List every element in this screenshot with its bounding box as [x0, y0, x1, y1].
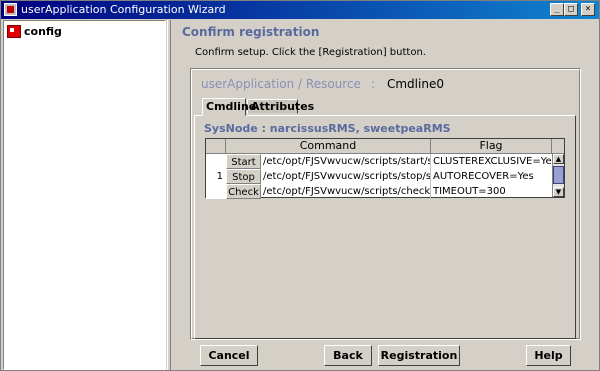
maximize-button[interactable]: □: [564, 3, 578, 16]
flag-cell[interactable]: AUTORECOVER=Yes: [431, 169, 552, 184]
resource-line: userApplication / Resource: Cmdline0: [201, 77, 444, 91]
tree-item-label: config: [24, 24, 62, 38]
table-row[interactable]: Check /etc/opt/FJSVwvucw/scripts/check/c…: [206, 184, 552, 199]
command-table: Command Flag Start /etc/opt/FJSVwvucw/sc…: [205, 138, 565, 199]
resource-value: Cmdline0: [386, 77, 444, 91]
sysnode-label: SysNode : narcissusRMS, sweetpeaRMS: [204, 122, 451, 135]
tree-item-config[interactable]: config: [7, 23, 62, 39]
row-label-stop: Stop: [226, 169, 261, 184]
table-row[interactable]: 1 Stop /etc/opt/FJSVwvucw/scripts/stop/s…: [206, 169, 552, 184]
instructions-text: Confirm setup. Click the [Registration] …: [195, 47, 426, 58]
column-header-corner: [552, 139, 564, 154]
config-icon: [7, 24, 21, 38]
command-cell[interactable]: /etc/opt/FJSVwvucw/scripts/start/start: [261, 154, 431, 169]
table-scrollbar[interactable]: ▲ ▼: [552, 154, 564, 197]
app-icon: [4, 3, 17, 16]
row-label-start: Start: [226, 154, 261, 169]
command-cell[interactable]: /etc/opt/FJSVwvucw/scripts/stop/stop: [261, 169, 431, 184]
window-title: userApplication Configuration Wizard: [21, 3, 226, 16]
row-index: [206, 154, 226, 169]
flag-cell[interactable]: CLUSTEREXCLUSIVE=Yes: [431, 154, 552, 169]
tab-cmdline[interactable]: Cmdline: [202, 98, 256, 116]
column-header-command[interactable]: Command: [226, 139, 431, 154]
close-button[interactable]: ×: [581, 3, 595, 16]
column-header-index: [206, 139, 226, 154]
minimize-button[interactable]: _: [550, 3, 564, 16]
resource-separator: :: [370, 77, 375, 91]
title-bar[interactable]: userApplication Configuration Wizard _ □…: [1, 1, 599, 19]
cancel-button[interactable]: Cancel: [200, 345, 258, 366]
row-label-check: Check: [226, 184, 261, 199]
scroll-thumb[interactable]: [553, 166, 564, 184]
config-tree[interactable]: config: [3, 20, 166, 370]
scroll-down-icon[interactable]: ▼: [553, 187, 564, 197]
page-heading: Confirm registration: [182, 25, 320, 39]
wizard-window: userApplication Configuration Wizard _ □…: [0, 0, 600, 371]
scroll-up-icon[interactable]: ▲: [553, 154, 564, 164]
row-index: [206, 184, 226, 199]
resource-label: userApplication / Resource: [201, 77, 361, 91]
pane-splitter[interactable]: [167, 20, 171, 370]
row-index: 1: [206, 169, 226, 184]
flag-cell[interactable]: TIMEOUT=300: [431, 184, 552, 199]
column-header-flag[interactable]: Flag: [431, 139, 552, 154]
help-button[interactable]: Help: [526, 345, 571, 366]
table-row[interactable]: Start /etc/opt/FJSVwvucw/scripts/start/s…: [206, 154, 552, 169]
command-cell[interactable]: /etc/opt/FJSVwvucw/scripts/check/ch...: [261, 184, 431, 199]
back-button[interactable]: Back: [324, 345, 372, 366]
registration-button[interactable]: Registration: [378, 345, 460, 366]
